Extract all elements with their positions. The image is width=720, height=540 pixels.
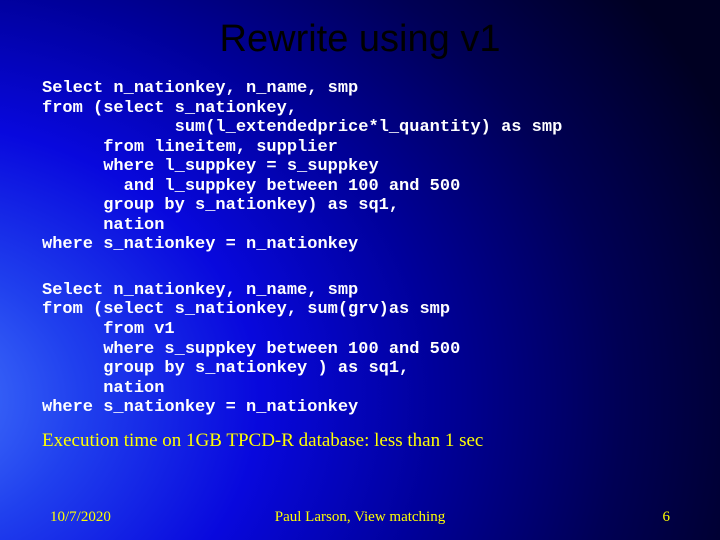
footer-date: 10/7/2020 [50,509,111,526]
code-block-original: Select n_nationkey, n_name, smp from (se… [0,79,720,255]
slide-title: Rewrite using v1 [0,0,720,73]
code-block-rewritten: Select n_nationkey, n_name, smp from (se… [0,281,720,418]
footer-author: Paul Larson, View matching [275,509,445,526]
execution-note: Execution time on 1GB TPCD-R database: l… [0,430,720,452]
slide-footer: 10/7/2020 Paul Larson, View matching 6 [0,509,720,526]
slide: Rewrite using v1 Select n_nationkey, n_n… [0,0,720,540]
footer-page-number: 6 [663,509,671,526]
